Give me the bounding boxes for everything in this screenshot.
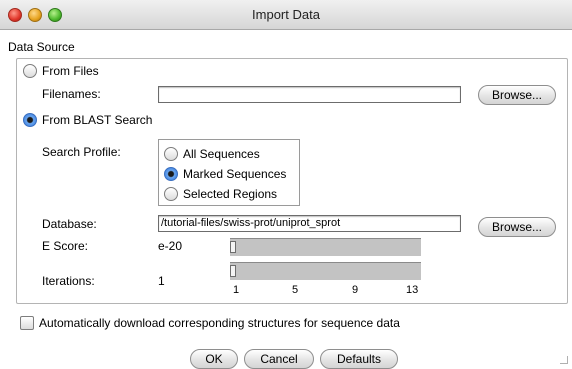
auto-download-label[interactable]: Automatically download corresponding str… [39,316,400,330]
defaults-button[interactable]: Defaults [320,349,398,369]
all-sequences-label[interactable]: All Sequences [183,147,260,161]
filenames-input[interactable] [158,86,461,103]
cancel-button[interactable]: Cancel [244,349,314,369]
ok-button[interactable]: OK [190,349,238,369]
iterations-tick-label: 1 [233,284,240,296]
selected-regions-radio[interactable] [164,187,178,201]
from-files-label[interactable]: From Files [42,64,99,78]
window-title: Import Data [252,7,320,22]
from-blast-radio[interactable] [23,113,37,127]
from-blast-label[interactable]: From BLAST Search [42,113,152,127]
marked-sequences-radio[interactable] [164,167,178,181]
escore-label: E Score: [42,239,89,253]
filenames-label: Filenames: [42,87,101,101]
escore-slider-thumb[interactable] [230,241,236,253]
auto-download-checkbox[interactable] [20,316,34,330]
filenames-browse-button[interactable]: Browse... [478,85,556,105]
marked-sequences-label[interactable]: Marked Sequences [183,167,286,181]
database-browse-button[interactable]: Browse... [478,217,556,237]
database-input[interactable]: /tutorial-files/swiss-prot/uniprot_sprot [158,215,461,232]
all-sequences-radio[interactable] [164,147,178,161]
iterations-slider[interactable] [230,262,421,280]
iterations-slider-thumb[interactable] [230,265,236,277]
selected-regions-label[interactable]: Selected Regions [183,187,277,201]
escore-value: e-20 [158,239,183,253]
from-files-radio[interactable] [23,64,37,78]
database-label: Database: [42,217,97,231]
iterations-tick-label: 5 [292,284,299,296]
iterations-tick-label: 9 [352,284,359,296]
iterations-label: Iterations: [42,274,95,288]
iterations-value: 1 [158,274,165,288]
resize-grip-icon[interactable] [560,356,568,364]
window-title-bar[interactable]: Import Data [0,0,572,30]
search-profile-label: Search Profile: [42,145,121,159]
iterations-tick-label: 13 [406,284,419,296]
data-source-heading: Data Source [8,40,75,54]
escore-slider[interactable] [230,238,421,256]
